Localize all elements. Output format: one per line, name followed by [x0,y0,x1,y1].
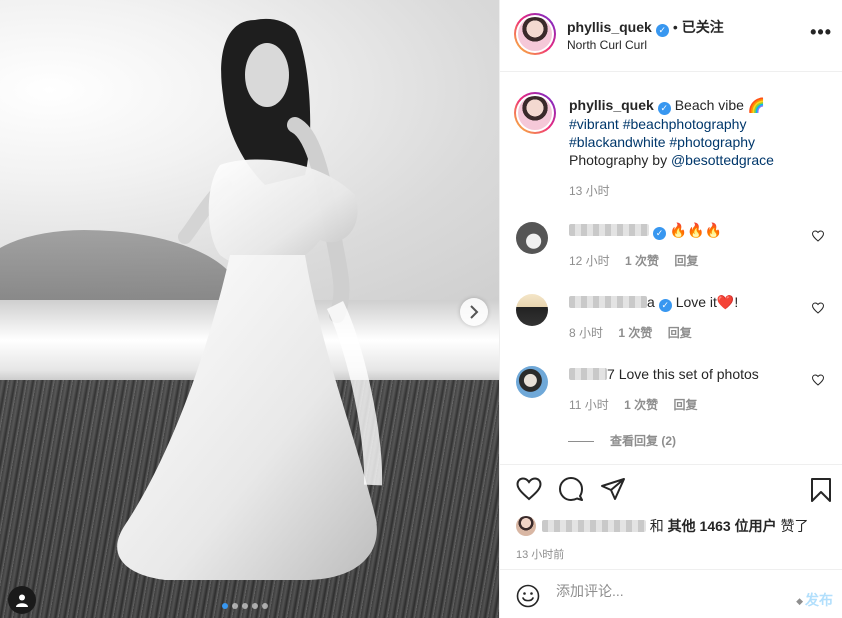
author-username[interactable]: phyllis_quek [567,19,652,35]
verified-badge-icon: ✓ [653,227,666,240]
caption-time: 13 小时 [569,184,610,198]
comment-likes[interactable]: 1 次赞 [624,398,658,412]
caption-body: Beach vibe 🌈 [674,97,766,113]
post-comment-button[interactable]: ◆ 发布 [796,590,833,610]
caption-credit-mention[interactable]: @besottedgrace [671,152,774,168]
likes-and: 和 [649,518,664,534]
commenter-username-visible-part: 7 [607,366,615,382]
carousel-dot-active [222,603,228,609]
comment-content: 7 Love this set of photos [569,366,759,382]
separator-dot: • [672,19,678,35]
commenter-avatar[interactable] [516,294,548,326]
follow-status-button[interactable]: 已关注 [682,19,724,35]
comment-text: Love this set of photos [618,366,759,382]
post-header: phyllis_quek ✓ • 已关注 North Curl Curl ••• [500,0,842,72]
likes-summary: 和 其他 1463 位用户 赞了 [516,516,809,536]
commenter-username-visible-part: a [647,294,655,310]
header-author-line: phyllis_quek ✓ • 已关注 [567,17,724,37]
like-heart-icon[interactable] [516,477,542,501]
commenter-avatar[interactable] [516,366,548,398]
commenter-username-redacted[interactable] [569,368,607,380]
carousel-dot [232,603,238,609]
post-timestamp[interactable]: 13 小时前 [516,546,564,562]
verified-badge-icon: ✓ [658,299,672,312]
save-bookmark-icon[interactable] [810,477,832,503]
post-photo[interactable] [0,0,499,618]
instagram-post-modal: phyllis_quek ✓ • 已关注 North Curl Curl ••• ph… [0,0,842,618]
replies-divider-line [568,441,594,443]
share-paper-plane-icon[interactable] [600,477,626,501]
photo-woman-figure [117,18,383,580]
comment-text: Love it❤️! [675,294,739,310]
comment-item: ✓ 🔥🔥🔥 12 小时 1 次赞 回复 [516,222,836,282]
carousel-dot [262,603,268,609]
add-comment-bar: ◆发布 [500,569,842,618]
post-comment-label: 发布 [805,592,833,608]
carousel-dot [242,603,248,609]
person-icon [16,594,28,607]
comment-time: 8 小时 [569,326,604,340]
comment-time: 11 小时 [569,398,609,412]
post-location[interactable]: North Curl Curl [567,38,647,52]
post-sidebar: phyllis_quek ✓ • 已关注 North Curl Curl ••• ph… [499,0,842,618]
comment-reply-button[interactable]: 回复 [668,326,692,340]
liker-username-redacted[interactable] [541,520,646,532]
comment-content: a ✓ Love it❤️! [569,294,738,312]
emoji-smiley-icon[interactable] [516,584,540,608]
comment-meta: 8 小时 1 次赞 回复 [569,324,704,341]
comment-item: a ✓ Love it❤️! 8 小时 1 次赞 回复 [516,294,836,354]
comment-meta: 11 小时 1 次赞 回复 [569,396,710,413]
like-comment-heart-icon[interactable] [812,230,824,242]
comment-meta: 12 小时 1 次赞 回复 [569,252,710,269]
comment-text: 🔥🔥🔥 [669,222,723,238]
tagged-users-button[interactable] [8,586,36,614]
carousel-indicator [222,603,268,609]
more-options-icon[interactable]: ••• [810,22,832,43]
carousel-dot [252,603,258,609]
next-photo-button[interactable] [460,298,488,326]
caption-credit-prefix: Photography by [569,152,671,168]
commenter-username-redacted[interactable] [569,296,647,308]
comment-likes[interactable]: 1 次赞 [625,254,659,268]
like-comment-heart-icon[interactable] [812,302,824,314]
comment-item: 7 Love this set of photos 11 小时 1 次赞 回复 [516,366,836,426]
comment-reply-button[interactable]: 回复 [674,398,698,412]
comment-likes[interactable]: 1 次赞 [618,326,652,340]
commenter-username-redacted[interactable] [569,224,649,236]
comment-bubble-icon[interactable] [558,477,584,501]
comment-time: 12 小时 [569,254,610,268]
caption-hashtags-1[interactable]: #vibrant #beachphotography [569,116,746,132]
liker-avatar[interactable] [516,516,536,536]
sort-arrows-icon: ◆ [796,596,803,606]
likes-others-count[interactable]: 其他 1463 位用户 [668,518,777,534]
caption-author-avatar[interactable] [514,92,556,134]
like-comment-heart-icon[interactable] [812,374,824,386]
comments-section[interactable]: phyllis_quek ✓ Beach vibe 🌈 #vibrant #bea… [500,72,842,464]
comment-content: ✓ 🔥🔥🔥 [569,222,722,240]
comment-reply-button[interactable]: 回复 [674,254,698,268]
caption-hashtags-2[interactable]: #blackandwhite #photography [569,134,755,150]
post-actions: 和 其他 1463 位用户 赞了 13 小时前 [500,464,842,569]
caption-username[interactable]: phyllis_quek [569,97,654,113]
comment-input[interactable] [556,583,776,599]
chevron-right-icon [470,305,479,319]
verified-badge-icon: ✓ [657,102,671,115]
view-replies-button[interactable]: 查看回复 (2) [568,432,676,449]
verified-badge-icon: ✓ [655,24,669,37]
caption-text: phyllis_quek ✓ Beach vibe 🌈 #vibrant #bea… [569,96,829,169]
author-avatar[interactable] [514,13,556,55]
commenter-avatar[interactable] [516,222,548,254]
likes-liked-label: 赞了 [780,518,809,534]
view-replies-label: 查看回复 (2) [610,434,677,448]
